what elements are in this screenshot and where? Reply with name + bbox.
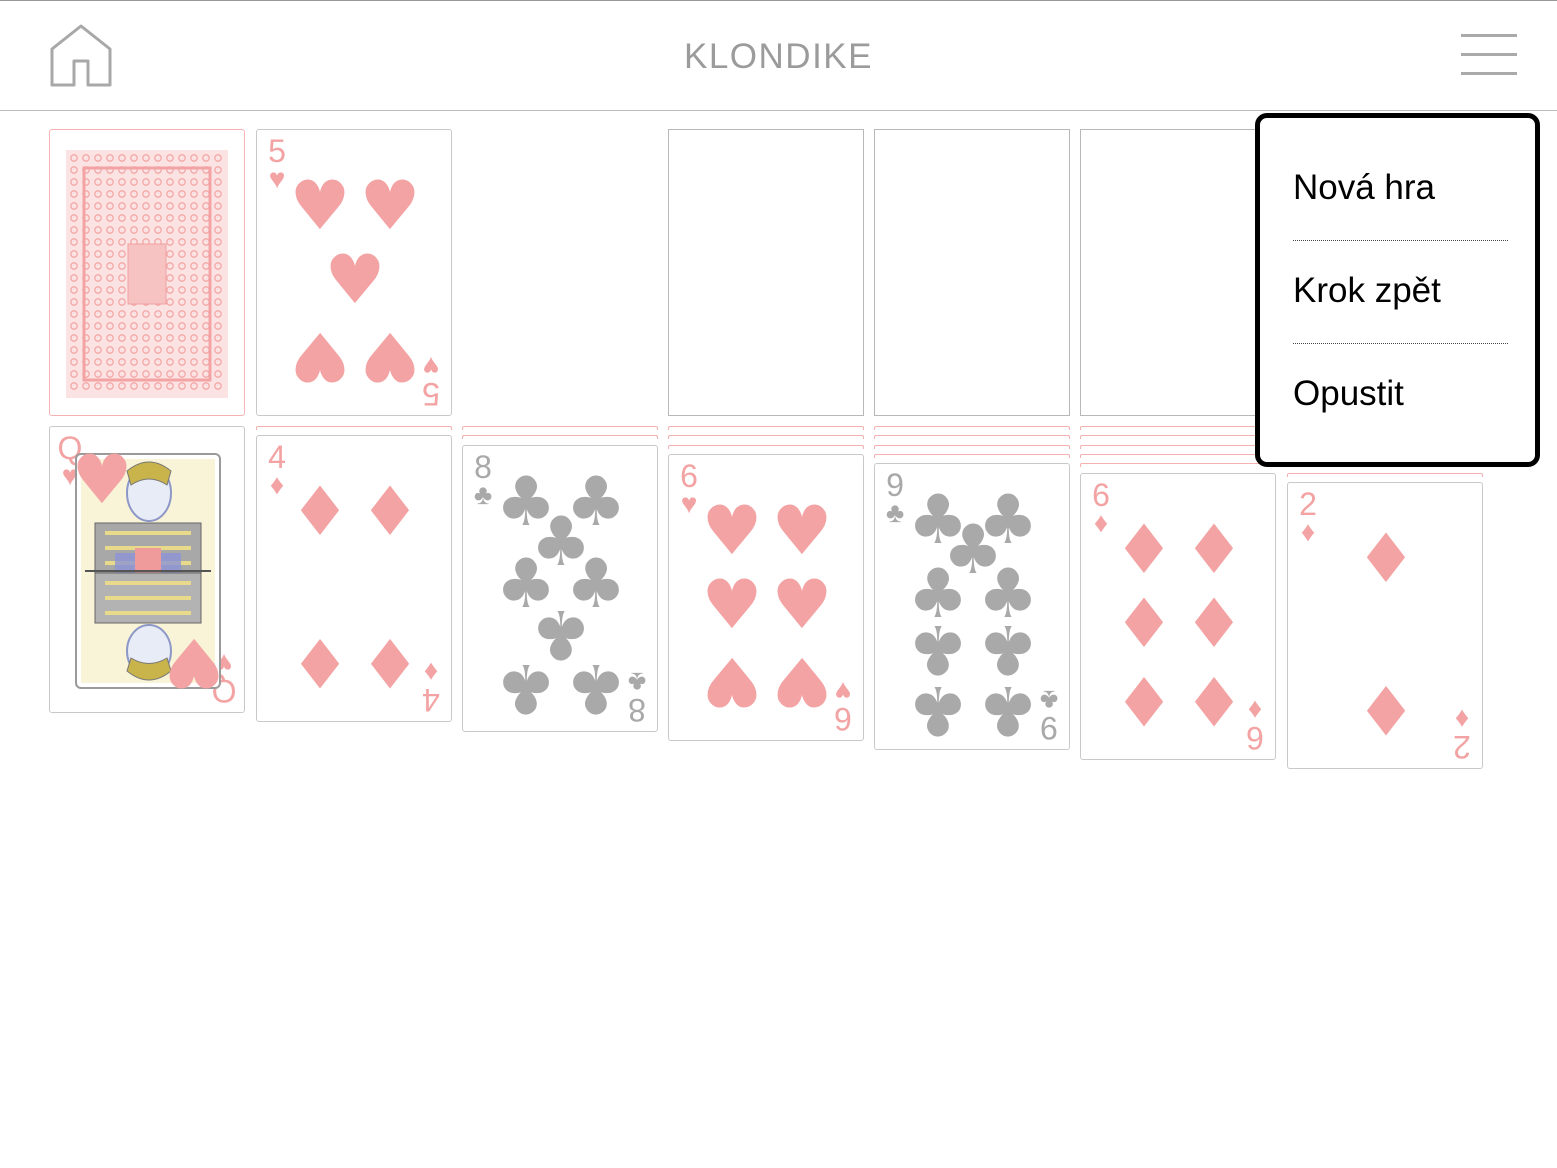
hidden-card-edge	[668, 426, 864, 430]
club-pip-icon: ♣	[565, 648, 627, 727]
heart-pip-icon: ♥	[289, 167, 351, 246]
menu-divider	[1293, 343, 1508, 344]
diamond-suit-icon: ♦	[1454, 704, 1470, 735]
heart-pip-icon: ♥	[701, 492, 763, 571]
tableau-card[interactable]: Q ♥ Q ♥ ♥ ♥	[49, 426, 245, 713]
card-corner-index: 2 ♦	[1446, 704, 1478, 765]
menu-divider	[1293, 240, 1508, 241]
hidden-card-edge	[1080, 426, 1276, 430]
hidden-card-edge	[874, 435, 1070, 440]
hidden-card-edge	[874, 453, 1070, 458]
heart-pip-icon: ♥	[289, 316, 351, 395]
diamond-suit-icon: ♦	[1300, 516, 1316, 547]
club-pip-icon: ♣	[977, 670, 1039, 749]
foundation-slot[interactable]	[874, 129, 1070, 416]
club-suit-icon: ♣	[473, 479, 493, 510]
dropdown-menu: Nová hra Krok zpět Opustit	[1255, 113, 1540, 467]
menu-item-new-game[interactable]: Nová hra	[1293, 168, 1508, 208]
club-suit-icon: ♣	[885, 497, 905, 528]
hamburger-menu-icon	[1461, 34, 1517, 37]
page-title: KLONDIKE	[684, 37, 873, 76]
diamond-pip-icon: ♦	[289, 622, 351, 701]
heart-suit-icon: ♥	[680, 488, 698, 519]
card-corner-index: 2 ♦	[1292, 488, 1324, 546]
heart-pip-icon: ♥	[359, 316, 421, 395]
menu-item-quit[interactable]: Opustit	[1293, 374, 1508, 414]
hidden-card-edge	[1080, 444, 1276, 449]
card-corner-index: 4 ♦	[261, 441, 293, 499]
hidden-card-edge	[1080, 453, 1276, 458]
diamond-pip-icon: ♦	[1113, 660, 1175, 739]
card-corner-index: 5 ♥	[261, 135, 293, 193]
diamond-pip-icon: ♦	[1355, 669, 1417, 748]
heart-pip-icon: ♥	[701, 566, 763, 645]
diamond-pip-icon: ♦	[1113, 585, 1175, 664]
heart-suit-icon: ♥	[268, 163, 286, 194]
tableau-card[interactable]: 6 ♦ 6 ♦ ♦ ♦ ♦ ♦ ♦ ♦	[1080, 473, 1276, 760]
hidden-card-edge	[1080, 463, 1276, 468]
card-corner-index: 8 ♣	[467, 451, 499, 509]
heart-pip-icon: ♥	[324, 241, 386, 320]
card-rank: 2	[1453, 729, 1471, 765]
hidden-card-edge	[668, 435, 864, 440]
hidden-card-edge	[462, 426, 658, 430]
heart-pip-icon: ♥	[359, 167, 421, 246]
diamond-suit-icon: ♦	[269, 469, 285, 500]
diamond-pip-icon: ♦	[1183, 511, 1245, 590]
hidden-card-edge	[874, 444, 1070, 449]
hidden-card-edge	[874, 426, 1070, 430]
hidden-card-edge	[256, 426, 452, 430]
heart-pip-icon: ♥	[163, 622, 225, 701]
foundation-slot[interactable]	[1080, 129, 1276, 416]
top-bar: KLONDIKE	[0, 0, 1557, 111]
stock-pile[interactable]	[49, 129, 245, 416]
heart-pip-icon: ♥	[771, 641, 833, 720]
diamond-pip-icon: ♦	[1183, 660, 1245, 739]
tableau-card[interactable]: 4 ♦ 4 ♦ ♦ ♦ ♦ ♦	[256, 435, 452, 722]
diamond-pip-icon: ♦	[359, 622, 421, 701]
tableau-card[interactable]: 9 ♣ 9 ♣ ♣ ♣ ♣ ♣ ♣ ♣ ♣ ♣ ♣	[874, 463, 1070, 750]
card-corner-index: 6 ♥	[673, 460, 705, 518]
heart-pip-icon: ♥	[771, 492, 833, 571]
menu-button[interactable]	[1459, 34, 1519, 78]
heart-pip-icon: ♥	[71, 441, 133, 520]
foundation-slot[interactable]	[668, 129, 864, 416]
tableau-card[interactable]: 8 ♣ 8 ♣ ♣ ♣ ♣ ♣ ♣ ♣ ♣ ♣	[462, 445, 658, 732]
diamond-pip-icon: ♦	[1113, 511, 1175, 590]
heart-pip-icon: ♥	[701, 641, 763, 720]
diamond-pip-icon: ♦	[1183, 585, 1245, 664]
card-corner-index: 9 ♣	[879, 469, 911, 527]
hidden-card-edge	[462, 435, 658, 440]
club-pip-icon: ♣	[907, 670, 969, 749]
waste-card[interactable]: 5 ♥ 5 ♥ ♥ ♥ ♥ ♥ ♥	[256, 129, 452, 416]
diamond-pip-icon: ♦	[289, 473, 351, 552]
diamond-pip-icon: ♦	[359, 473, 421, 552]
hidden-card-edge	[668, 444, 864, 449]
card-back-pattern-icon	[66, 150, 228, 398]
card-corner-index: 6 ♦	[1085, 479, 1117, 537]
tableau-card[interactable]: 6 ♥ 6 ♥ ♥ ♥ ♥ ♥ ♥ ♥	[668, 454, 864, 741]
hidden-card-edge	[1287, 472, 1483, 477]
hidden-card-edge	[1080, 435, 1276, 440]
club-pip-icon: ♣	[495, 648, 557, 727]
diamond-suit-icon: ♦	[1093, 507, 1109, 538]
menu-item-undo[interactable]: Krok zpět	[1293, 271, 1508, 311]
diamond-pip-icon: ♦	[1355, 520, 1417, 599]
heart-pip-icon: ♥	[771, 566, 833, 645]
tableau-card[interactable]: 2 ♦ 2 ♦ ♦ ♦	[1287, 482, 1483, 769]
